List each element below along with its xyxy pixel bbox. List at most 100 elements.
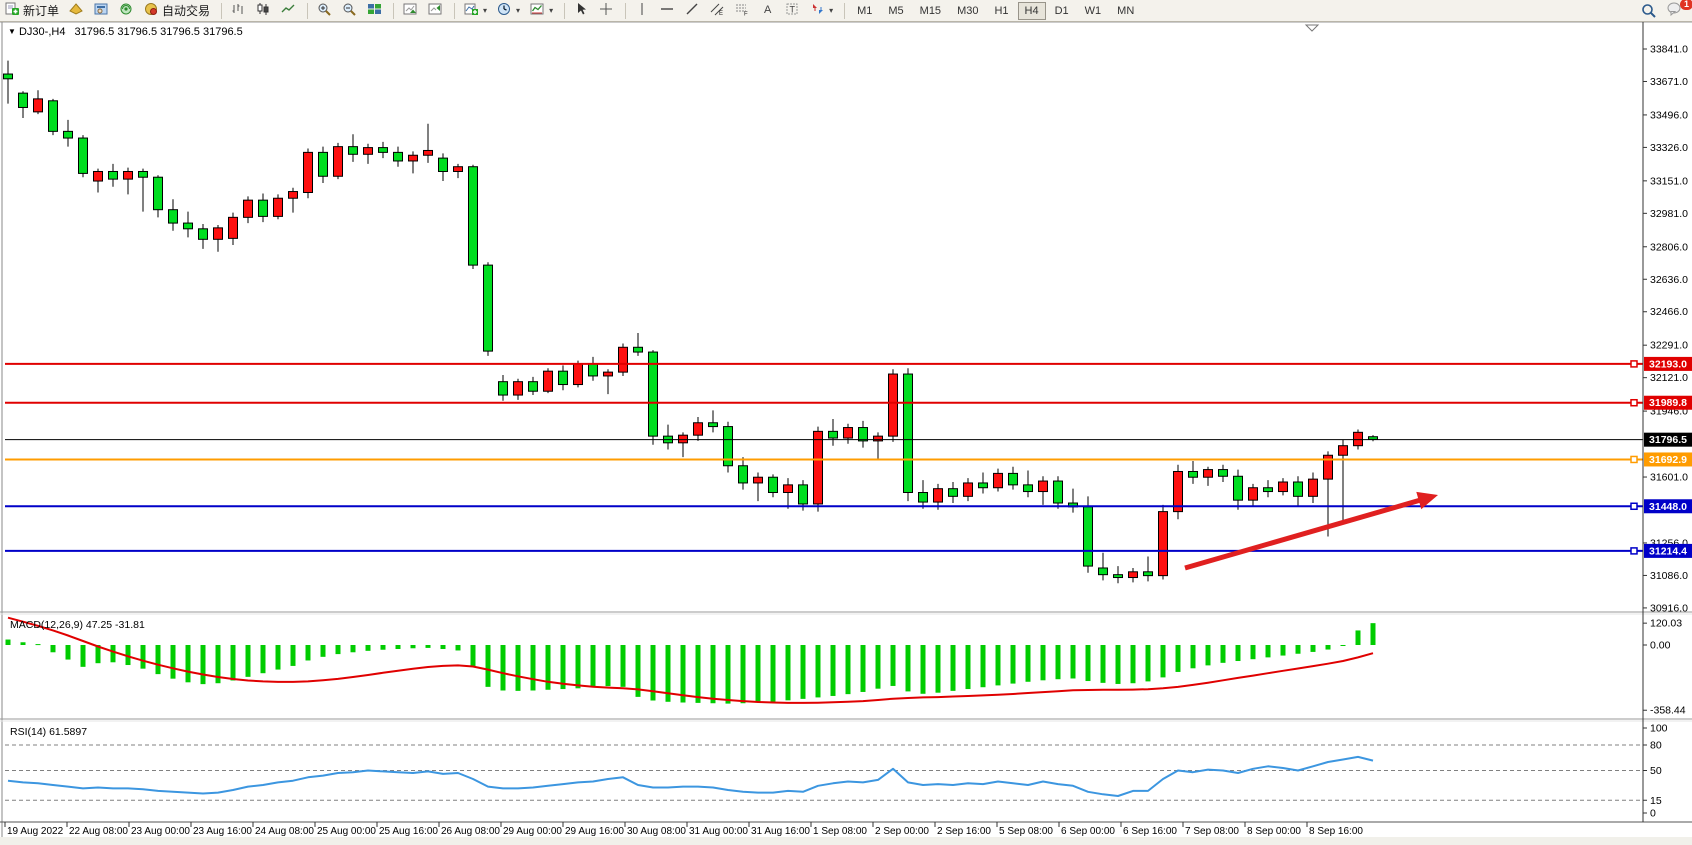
crosshair-tool-icon <box>599 2 614 19</box>
news-signal-button[interactable] <box>115 2 138 20</box>
time-axis-label: 26 Aug 08:00 <box>441 826 500 837</box>
zoom-out-button[interactable] <box>338 2 361 20</box>
timeframe-m30-button[interactable]: M30 <box>950 2 985 20</box>
templates-button[interactable]: ▾ <box>526 2 557 20</box>
cursor-tool-button[interactable] <box>570 2 593 20</box>
crosshair-tool-button[interactable] <box>595 2 618 20</box>
macd-bar <box>141 645 146 669</box>
search-button[interactable] <box>1637 2 1661 20</box>
text-tool[interactable]: A <box>756 2 779 20</box>
timeframe-mn-button[interactable]: MN <box>1110 2 1141 20</box>
price-axis-label: 32981.0 <box>1650 208 1688 220</box>
fibonacci-tool[interactable]: F <box>731 2 754 20</box>
candle-body <box>304 152 313 192</box>
macd-bar <box>291 645 296 666</box>
candle-body <box>934 489 943 502</box>
candle-body <box>589 364 598 376</box>
macd-bar <box>876 645 881 689</box>
macd-bar <box>51 645 56 652</box>
periods-button[interactable]: ▾ <box>493 2 524 20</box>
timeframe-m1-button[interactable]: M1 <box>850 2 879 20</box>
candle-body <box>379 148 388 153</box>
candle-body <box>634 347 643 352</box>
horizontal-line-tool[interactable] <box>656 2 679 20</box>
arrows-tool[interactable]: ▾ <box>806 2 837 20</box>
fibonacci-icon: F <box>735 2 750 19</box>
time-axis-label: 25 Aug 16:00 <box>379 826 438 837</box>
candlestick-mode-button[interactable] <box>252 2 275 20</box>
macd-bar <box>321 645 326 657</box>
chevron-down-icon: ▾ <box>516 6 520 15</box>
macd-bar <box>201 645 206 684</box>
macd-bar <box>546 645 551 690</box>
line-chart-mode-button[interactable] <box>277 2 300 20</box>
macd-bar <box>246 645 251 677</box>
candle-body <box>214 228 223 239</box>
terminal-button[interactable] <box>90 2 113 20</box>
candle-body <box>364 148 373 155</box>
price-axis-label: 32291.0 <box>1650 340 1688 352</box>
time-axis-label: 8 Sep 16:00 <box>1309 826 1363 837</box>
new-order-button[interactable]: 新订单 <box>1 2 63 20</box>
candle-body <box>904 374 913 492</box>
indicators-button[interactable]: ▾ <box>460 2 491 20</box>
tile-windows-button[interactable] <box>363 2 386 20</box>
hline-marker[interactable] <box>1631 503 1637 509</box>
vertical-line-tool[interactable] <box>631 2 654 20</box>
timeframe-m5-button[interactable]: M5 <box>881 2 910 20</box>
time-axis-label: 6 Sep 16:00 <box>1123 826 1177 837</box>
macd-bar <box>756 645 761 703</box>
market-watch-button[interactable] <box>65 2 88 20</box>
macd-bar <box>996 645 1001 685</box>
chart-shift-button[interactable] <box>424 2 447 20</box>
macd-bar <box>846 645 851 694</box>
time-axis-label: 25 Aug 00:00 <box>317 826 376 837</box>
candle-body <box>349 147 358 155</box>
new-order-button-label: 新订单 <box>23 2 59 19</box>
equidistant-channel-tool[interactable]: E <box>706 2 729 20</box>
macd-bar <box>456 645 461 650</box>
time-axis-label: 29 Aug 16:00 <box>565 826 624 837</box>
text-label-icon: T <box>785 2 800 19</box>
macd-indicator-label: MACD(12,26,9) 47.25 -31.81 <box>10 619 145 631</box>
candle-body <box>289 192 298 199</box>
candle-body <box>574 364 583 385</box>
toolbar-separator <box>625 3 626 19</box>
timeframe-h4-button[interactable]: H4 <box>1018 2 1046 20</box>
timeframe-h1-button[interactable]: H1 <box>987 2 1015 20</box>
timeframe-d1-button[interactable]: D1 <box>1048 2 1076 20</box>
trendline-tool[interactable] <box>681 2 704 20</box>
text-label-tool[interactable]: T <box>781 2 804 20</box>
toolbar: 新订单自动交易▾▾▾EFAT▾M1M5M15M30H1H4D1W1MN1 <box>0 0 1692 22</box>
candle-body <box>154 177 163 209</box>
candle-body <box>1339 446 1348 456</box>
candle-body <box>184 223 193 229</box>
auto-scroll-button[interactable] <box>399 2 422 20</box>
autotrade-button[interactable]: 自动交易 <box>140 2 214 20</box>
macd-bar <box>306 645 311 660</box>
chart-canvas[interactable]: 120.030.00-358.44100805015033841.033671.… <box>0 0 1692 845</box>
candle-body <box>949 489 958 497</box>
bar-chart-mode-button[interactable] <box>227 2 250 20</box>
zoom-in-button[interactable] <box>313 2 336 20</box>
candle-body <box>1189 471 1198 477</box>
chart-collapse-icon[interactable]: ▼ <box>8 27 16 36</box>
hline-marker[interactable] <box>1631 548 1637 554</box>
candle-body <box>334 147 343 177</box>
rsi-axis-label: 0 <box>1650 808 1656 820</box>
hline-marker[interactable] <box>1631 361 1637 367</box>
tile-windows-icon <box>367 2 382 19</box>
macd-bar <box>366 645 371 651</box>
price-axis-label: 33326.0 <box>1650 142 1688 154</box>
timeframe-m15-button[interactable]: M15 <box>913 2 948 20</box>
price-axis-label: 31601.0 <box>1650 472 1688 484</box>
rsi-indicator-label: RSI(14) 61.5897 <box>10 726 87 738</box>
new-order-icon <box>5 2 20 19</box>
hline-marker[interactable] <box>1631 400 1637 406</box>
toolbar-separator <box>221 3 222 19</box>
auto-scroll-icon <box>403 2 418 19</box>
hline-marker[interactable] <box>1631 456 1637 462</box>
candle-body <box>799 485 808 504</box>
timeframe-w1-button[interactable]: W1 <box>1078 2 1109 20</box>
price-axis-label: 31086.0 <box>1650 570 1688 582</box>
